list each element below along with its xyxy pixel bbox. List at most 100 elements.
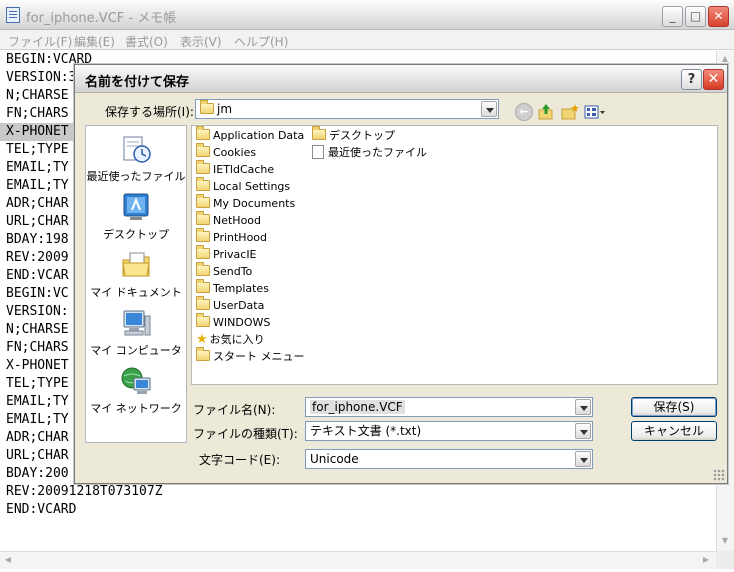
back-icon[interactable]: ← [515, 103, 533, 121]
place-label: マイ ネットワーク [90, 402, 182, 415]
list-item-label: お気に入り [209, 333, 265, 346]
place-desktop[interactable]: デスクトップ [86, 192, 186, 242]
place-label: マイ ドキュメント [90, 286, 182, 299]
documents-folder-icon [196, 194, 210, 208]
dialog-close-button[interactable]: ✕ [703, 69, 724, 90]
dialog-title-bar[interactable]: 名前を付けて保存 ? ✕ [75, 65, 727, 93]
list-item[interactable]: Application Data [196, 126, 305, 144]
list-item[interactable]: 最近使ったファイル [312, 145, 427, 161]
chevron-down-icon[interactable] [575, 451, 591, 467]
desktop-icon [120, 192, 152, 222]
list-item[interactable]: UserData [196, 296, 265, 314]
list-item-label: Templates [213, 282, 269, 295]
scroll-left-icon[interactable]: ◀ [0, 552, 16, 568]
chevron-down-icon[interactable] [575, 399, 591, 415]
list-item-label: PrivacIE [213, 248, 257, 261]
save-button[interactable]: 保存(S) [631, 397, 717, 417]
save-in-label: 保存する場所(I): [105, 105, 194, 119]
encoding-select[interactable]: Unicode [305, 449, 593, 469]
filename-input[interactable]: for_iphone.VCF [305, 397, 593, 417]
shortcut-file-icon [312, 145, 324, 159]
list-item-label: My Documents [213, 197, 296, 210]
notepad-title-bar[interactable]: for_iphone.VCF - メモ帳 _ □ ✕ [0, 0, 734, 30]
list-item[interactable]: PrivacIE [196, 245, 257, 263]
list-item[interactable]: スタート メニュー [196, 347, 305, 365]
dialog-title: 名前を付けて保存 [85, 75, 190, 90]
my-network-icon [120, 366, 152, 396]
folder-icon [196, 279, 210, 293]
list-item[interactable]: My Documents [196, 194, 296, 212]
folder-icon [196, 262, 210, 276]
list-item-label: WINDOWS [213, 316, 271, 329]
list-item[interactable]: Cookies [196, 143, 256, 161]
list-item-label: Application Data [213, 129, 305, 142]
folder-icon [196, 211, 210, 225]
folder-icon [196, 313, 210, 327]
folder-icon [196, 228, 210, 242]
folder-icon [196, 160, 210, 174]
menu-edit[interactable]: 編集(E) [74, 33, 115, 50]
cancel-button[interactable]: キャンセル [631, 421, 717, 441]
list-item-label: Local Settings [213, 180, 291, 193]
menu-format[interactable]: 書式(O) [125, 33, 168, 50]
place-label: マイ コンピュータ [90, 344, 182, 357]
editor-line: REV:20091218T073107Z [6, 484, 163, 499]
folder-icon [196, 245, 210, 259]
save-in-select[interactable]: jm [195, 99, 499, 119]
list-item[interactable]: NetHood [196, 211, 261, 229]
menu-help[interactable]: ヘルプ(H) [234, 33, 288, 50]
minimize-button[interactable]: _ [662, 6, 683, 27]
folder-icon [200, 100, 214, 114]
filename-label: ファイル名(N): [193, 403, 276, 417]
list-item-label: SendTo [213, 265, 253, 278]
chevron-down-icon[interactable] [481, 101, 497, 117]
maximize-button[interactable]: □ [685, 6, 706, 27]
chevron-down-icon[interactable] [575, 423, 591, 439]
close-button[interactable]: ✕ [708, 6, 729, 27]
list-item-label: デスクトップ [329, 129, 395, 142]
places-bar: 最近使ったファイル デスクトップ マイ ドキュメント マイ コンピュータ マイ … [85, 125, 187, 443]
place-my-computer[interactable]: マイ コンピュータ [86, 308, 186, 358]
menu-file[interactable]: ファイル(F) [8, 33, 72, 50]
list-item[interactable]: デスクトップ [312, 126, 395, 144]
window-title: for_iphone.VCF - メモ帳 [26, 11, 177, 26]
folder-icon [196, 126, 210, 140]
menu-bar: ファイル(F) 編集(E) 書式(O) 表示(V) ヘルプ(H) [0, 30, 734, 50]
place-recent[interactable]: 最近使ったファイル [86, 134, 186, 184]
list-item[interactable]: Local Settings [196, 177, 291, 195]
list-item[interactable]: Templates [196, 279, 269, 297]
list-item-label: IETldCache [213, 163, 275, 176]
folder-icon [196, 177, 210, 191]
list-item-label: UserData [213, 299, 265, 312]
up-folder-icon[interactable] [537, 103, 555, 121]
folder-icon [312, 126, 326, 140]
place-my-documents[interactable]: マイ ドキュメント [86, 250, 186, 300]
list-item[interactable]: PrintHood [196, 228, 268, 246]
resize-grip-icon[interactable] [713, 469, 725, 481]
place-my-network[interactable]: マイ ネットワーク [86, 366, 186, 416]
new-folder-icon[interactable] [561, 103, 579, 121]
list-item-label: スタート メニュー [213, 350, 305, 363]
folder-icon [196, 143, 210, 157]
save-in-value: jm [217, 102, 233, 116]
file-list[interactable]: Application Data Cookies IETldCache Loca… [191, 125, 718, 385]
my-documents-icon [120, 250, 152, 280]
horizontal-scrollbar[interactable]: ◀ ▶ [0, 551, 716, 569]
menu-view[interactable]: 表示(V) [180, 33, 222, 50]
list-item[interactable]: ★ お気に入り [196, 332, 265, 348]
save-as-dialog: 名前を付けて保存 ? ✕ 保存する場所(I): jm ← 最近使ったファイル デ… [74, 64, 728, 484]
help-button[interactable]: ? [681, 69, 702, 90]
scroll-down-icon[interactable]: ▼ [717, 533, 733, 549]
place-label: デスクトップ [103, 228, 169, 241]
notepad-icon [6, 7, 20, 23]
folder-icon [196, 347, 210, 361]
list-item[interactable]: WINDOWS [196, 313, 271, 331]
list-item-label: PrintHood [213, 231, 268, 244]
size-grip[interactable] [716, 551, 734, 569]
scroll-right-icon[interactable]: ▶ [698, 552, 714, 568]
list-item[interactable]: IETldCache [196, 160, 275, 178]
list-item[interactable]: SendTo [196, 262, 253, 280]
filetype-select[interactable]: テキスト文書 (*.txt) [305, 421, 593, 441]
encoding-value: Unicode [310, 452, 359, 466]
view-menu-icon[interactable] [584, 103, 606, 121]
